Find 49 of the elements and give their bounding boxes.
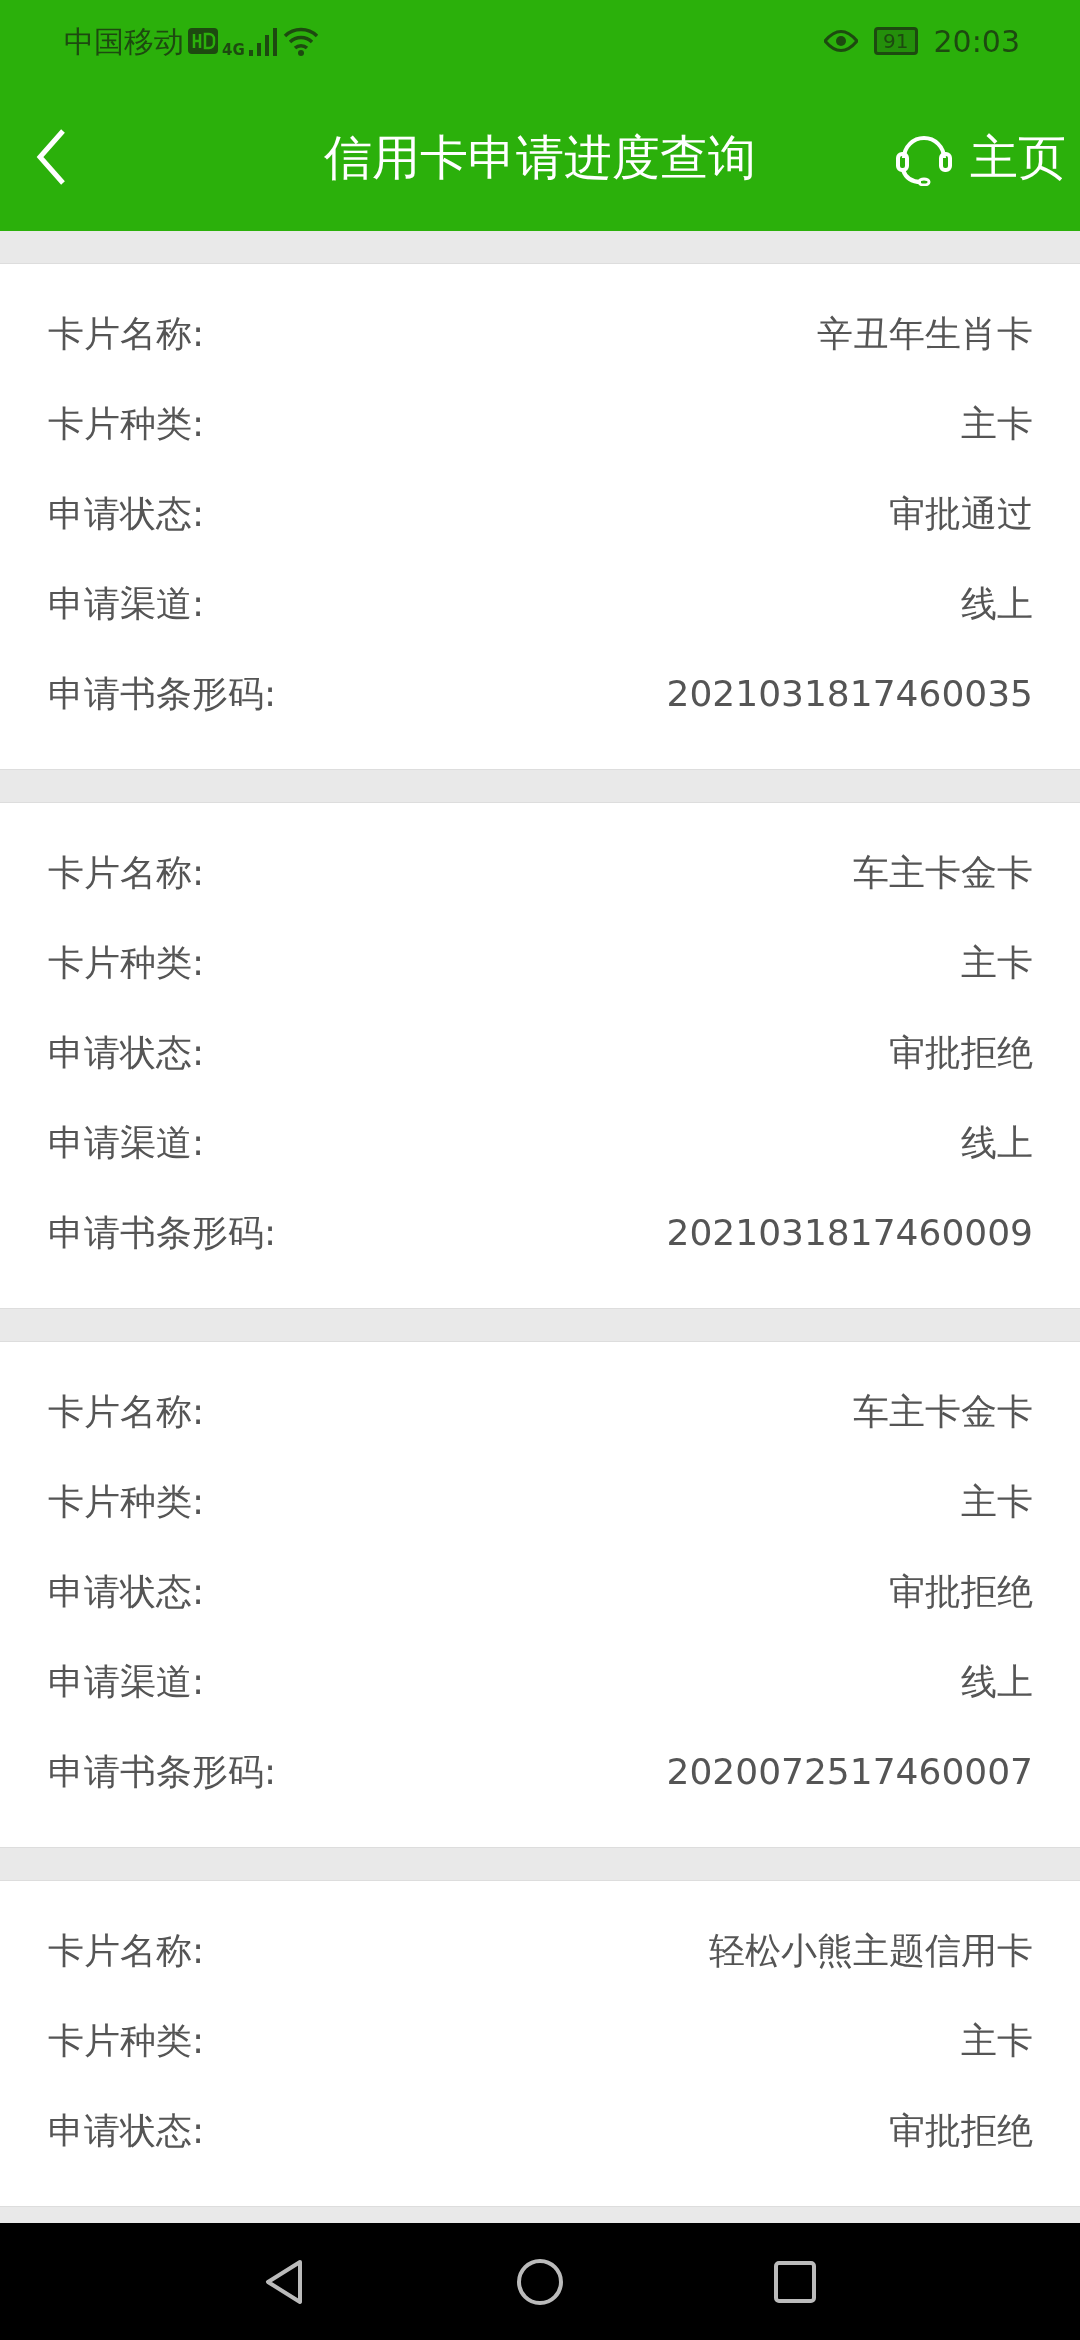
- field-value: 2021031817460009: [666, 1211, 1033, 1255]
- field-label: 卡片名称:: [48, 312, 205, 356]
- field-value: 车主卡金卡: [853, 1390, 1033, 1434]
- field-label: 卡片种类:: [48, 402, 205, 446]
- field-label: 申请状态:: [48, 492, 205, 536]
- field-value: 审批拒绝: [889, 1570, 1033, 1614]
- field-label: 申请渠道:: [48, 1660, 205, 1704]
- field-value: 主卡: [961, 941, 1033, 985]
- page-title: 信用卡申请进度查询: [324, 127, 756, 187]
- field-label: 申请状态:: [48, 1031, 205, 1075]
- wifi-icon: [282, 26, 319, 56]
- field-value: 轻松小熊主题信用卡: [709, 1929, 1033, 1973]
- field-value: 2021031817460035: [666, 672, 1033, 716]
- back-icon[interactable]: [36, 127, 66, 186]
- field-value: 审批通过: [889, 492, 1033, 536]
- field-label: 申请状态:: [48, 1570, 205, 1614]
- clock-time: 20:03: [933, 22, 1020, 61]
- hd-icon: [188, 28, 218, 54]
- field-label: 卡片名称:: [48, 1390, 205, 1434]
- field-label: 卡片种类:: [48, 1480, 205, 1524]
- field-value: 审批拒绝: [889, 1031, 1033, 1075]
- home-button[interactable]: 主页: [970, 120, 1066, 193]
- field-label: 申请书条形码:: [48, 672, 277, 716]
- signal-icon: [248, 26, 279, 56]
- field-value: 审批拒绝: [889, 2109, 1033, 2153]
- field-value: 辛丑年生肖卡: [817, 312, 1033, 356]
- carrier-name: 中国移动: [64, 22, 184, 61]
- field-label: 申请渠道:: [48, 1121, 205, 1165]
- field-label: 申请渠道:: [48, 582, 205, 626]
- recents-nav-icon[interactable]: [774, 2260, 816, 2303]
- field-label: 申请状态:: [48, 2109, 205, 2153]
- field-label: 卡片名称:: [48, 1929, 205, 1973]
- field-label: 申请书条形码:: [48, 1750, 277, 1794]
- field-label: 卡片种类:: [48, 941, 205, 985]
- battery-level: 91: [874, 27, 918, 55]
- field-value: 线上: [961, 1121, 1033, 1165]
- home-nav-icon[interactable]: [516, 2257, 564, 2306]
- field-value: 线上: [961, 1660, 1033, 1704]
- field-value: 车主卡金卡: [853, 851, 1033, 895]
- field-value: 主卡: [961, 402, 1033, 446]
- network-type: 4G: [222, 39, 245, 61]
- field-label: 申请书条形码:: [48, 1211, 277, 1255]
- field-value: 主卡: [961, 1480, 1033, 1524]
- eye-icon: [824, 30, 859, 52]
- field-label: 卡片种类:: [48, 2019, 205, 2063]
- field-label: 卡片名称:: [48, 851, 205, 895]
- field-value: 线上: [961, 582, 1033, 626]
- field-value: 2020072517460007: [666, 1750, 1033, 1794]
- field-value: 主卡: [961, 2019, 1033, 2063]
